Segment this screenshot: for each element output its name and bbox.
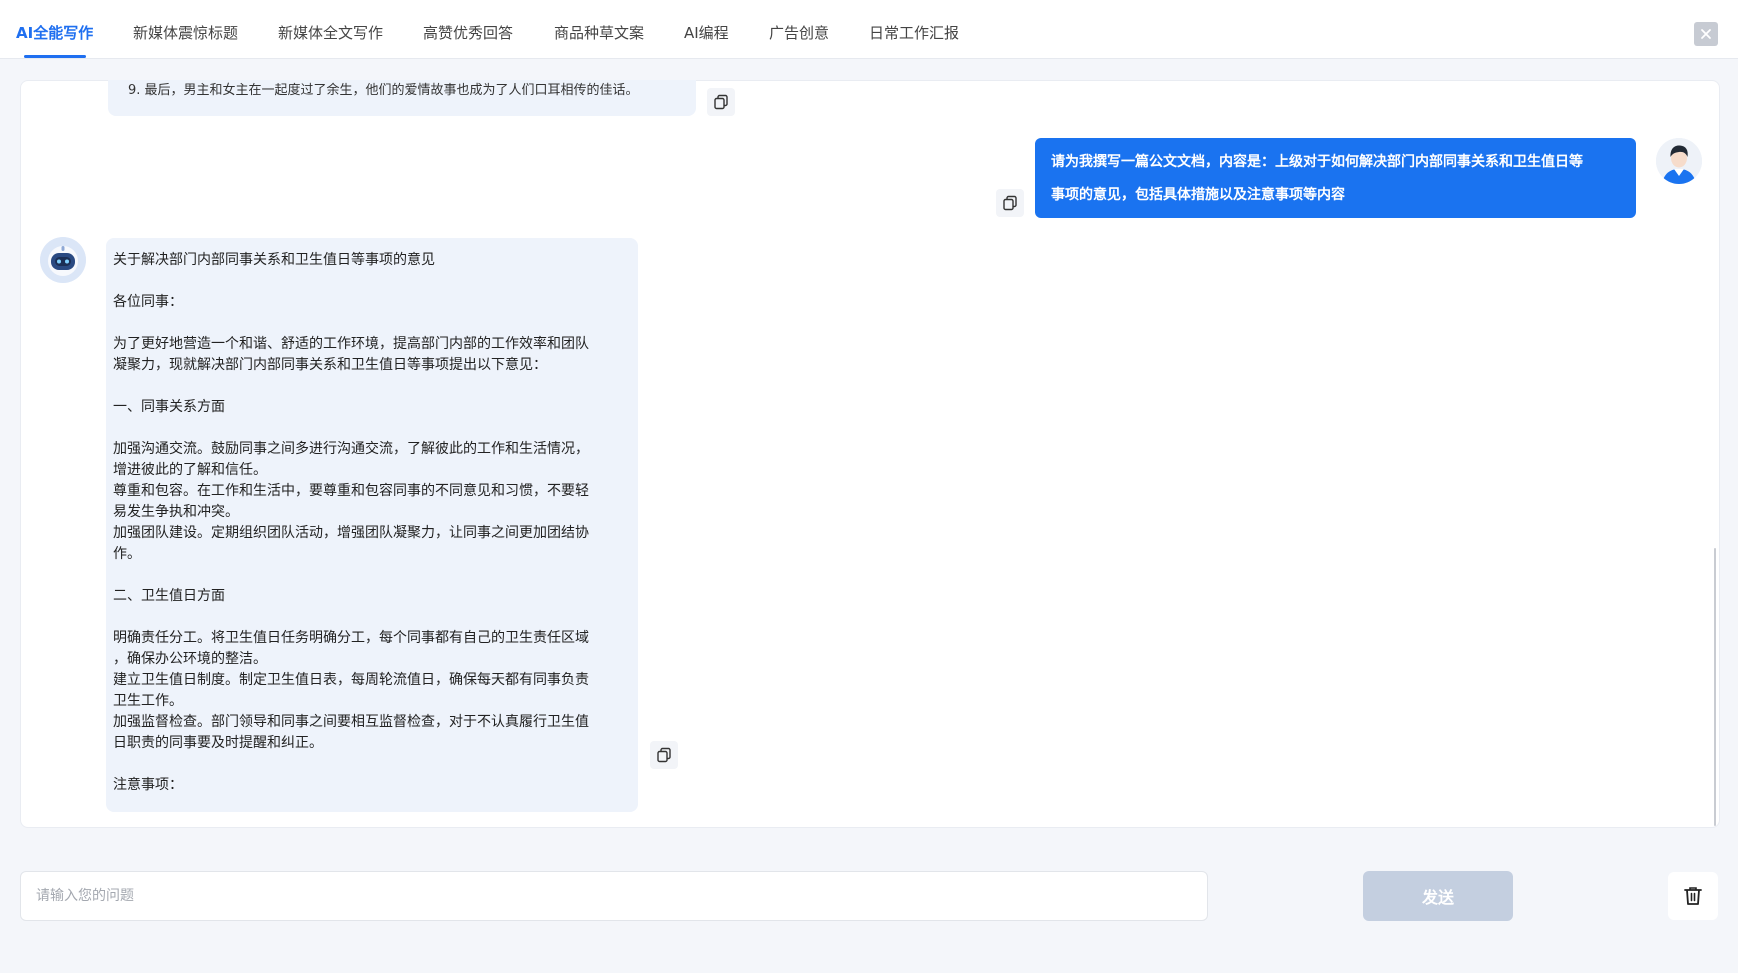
- active-tab-indicator: [24, 55, 86, 58]
- tab-product-copy[interactable]: 商品种草文案: [554, 22, 644, 43]
- reply-line: 明确责任分工。将卫生值日任务明确分工，每个同事都有自己的卫生责任区域: [113, 630, 589, 646]
- copy-icon[interactable]: [650, 741, 678, 769]
- reply-section-heading: 一、同事关系方面: [113, 399, 225, 415]
- chat-scrollbar[interactable]: [1714, 548, 1716, 826]
- reply-title: 关于解决部门内部同事关系和卫生值日等事项的意见: [113, 252, 435, 268]
- reply-section-body: 加强沟通交流。鼓励同事之间多进行沟通交流，了解彼此的工作和生活情况， 增进彼此的…: [113, 439, 632, 565]
- bot-message-bubble: 关于解决部门内部同事关系和卫生值日等事项的意见 各位同事： 为了更好地营造一个和…: [106, 238, 638, 812]
- reply-line: 日职责的同事要及时提醒和纠正。: [113, 735, 323, 751]
- reply-line: 易发生争执和冲突。: [113, 504, 239, 520]
- reply-greeting: 各位同事：: [113, 294, 183, 310]
- reply-line: 为了更好地营造一个和谐、舒适的工作环境，提高部门内部的工作效率和团队: [113, 336, 589, 352]
- reply-line: 作。: [113, 546, 141, 562]
- bot-avatar: [40, 237, 86, 283]
- reply-line: 增进彼此的了解和信任。: [113, 462, 267, 478]
- clear-chat-button[interactable]: [1668, 872, 1718, 920]
- reply-line: 加强沟通交流。鼓励同事之间多进行沟通交流，了解彼此的工作和生活情况，: [113, 441, 589, 457]
- tab-shock-headline[interactable]: 新媒体震惊标题: [133, 22, 238, 43]
- close-icon[interactable]: [1694, 22, 1718, 46]
- reply-line: 凝聚力，现就解决部门内部同事关系和卫生值日等事项提出以下意见：: [113, 357, 547, 373]
- reply-notes-heading: 注意事项：: [113, 777, 183, 793]
- reply-line: 加强监督检查。部门领导和同事之间要相互监督检查，对于不认真履行卫生值: [113, 714, 589, 730]
- reply-line: ，确保办公环境的整洁。: [113, 651, 267, 667]
- reply-line: 建立卫生值日制度。制定卫生值日表，每周轮流值日，确保每天都有同事负责: [113, 672, 589, 688]
- user-message-line: 请为我撰写一篇公文文档，内容是：上级对于如何解决部门内部同事关系和卫生值日等: [1051, 154, 1583, 170]
- user-message-line: 事项的意见，包括具体措施以及注意事项等内容: [1051, 187, 1345, 203]
- question-input[interactable]: [21, 872, 1207, 920]
- reply-intro: 为了更好地营造一个和谐、舒适的工作环境，提高部门内部的工作效率和团队 凝聚力，现…: [113, 334, 632, 376]
- reply-line: 卫生工作。: [113, 693, 183, 709]
- previous-bot-message: 9. 最后，男主和女主在一起度过了余生，他们的爱情故事也成为了人们口耳相传的佳话…: [108, 80, 696, 116]
- tab-top-answers[interactable]: 高赞优秀回答: [423, 22, 513, 43]
- question-input-box[interactable]: [20, 871, 1208, 921]
- send-button[interactable]: 发送: [1363, 871, 1513, 921]
- tab-ai-writing[interactable]: AI全能写作: [16, 22, 93, 43]
- previous-bot-message-text: 9. 最后，男主和女主在一起度过了余生，他们的爱情故事也成为了人们口耳相传的佳话…: [128, 83, 639, 98]
- trash-icon: [1684, 887, 1702, 905]
- reply-section-body: 明确责任分工。将卫生值日任务明确分工，每个同事都有自己的卫生责任区域 ，确保办公…: [113, 628, 632, 754]
- tab-daily-report[interactable]: 日常工作汇报: [869, 22, 959, 43]
- reply-line: 加强团队建设。定期组织团队活动，增强团队凝聚力，让同事之间更加团结协: [113, 525, 589, 541]
- tab-ai-coding[interactable]: AI编程: [684, 22, 729, 43]
- reply-line: 尊重和包容。在工作和生活中，要尊重和包容同事的不同意见和习惯，不要轻: [113, 483, 589, 499]
- copy-icon[interactable]: [707, 88, 735, 116]
- tab-full-article[interactable]: 新媒体全文写作: [278, 22, 383, 43]
- tab-ad-ideas[interactable]: 广告创意: [769, 22, 829, 43]
- tab-bar: AI全能写作 新媒体震惊标题 新媒体全文写作 高赞优秀回答 商品种草文案 AI编…: [0, 0, 1738, 59]
- reply-section-heading: 二、卫生值日方面: [113, 588, 225, 604]
- user-avatar: [1656, 138, 1702, 184]
- copy-icon[interactable]: [996, 189, 1024, 217]
- user-message-bubble: 请为我撰写一篇公文文档，内容是：上级对于如何解决部门内部同事关系和卫生值日等 事…: [1035, 138, 1636, 218]
